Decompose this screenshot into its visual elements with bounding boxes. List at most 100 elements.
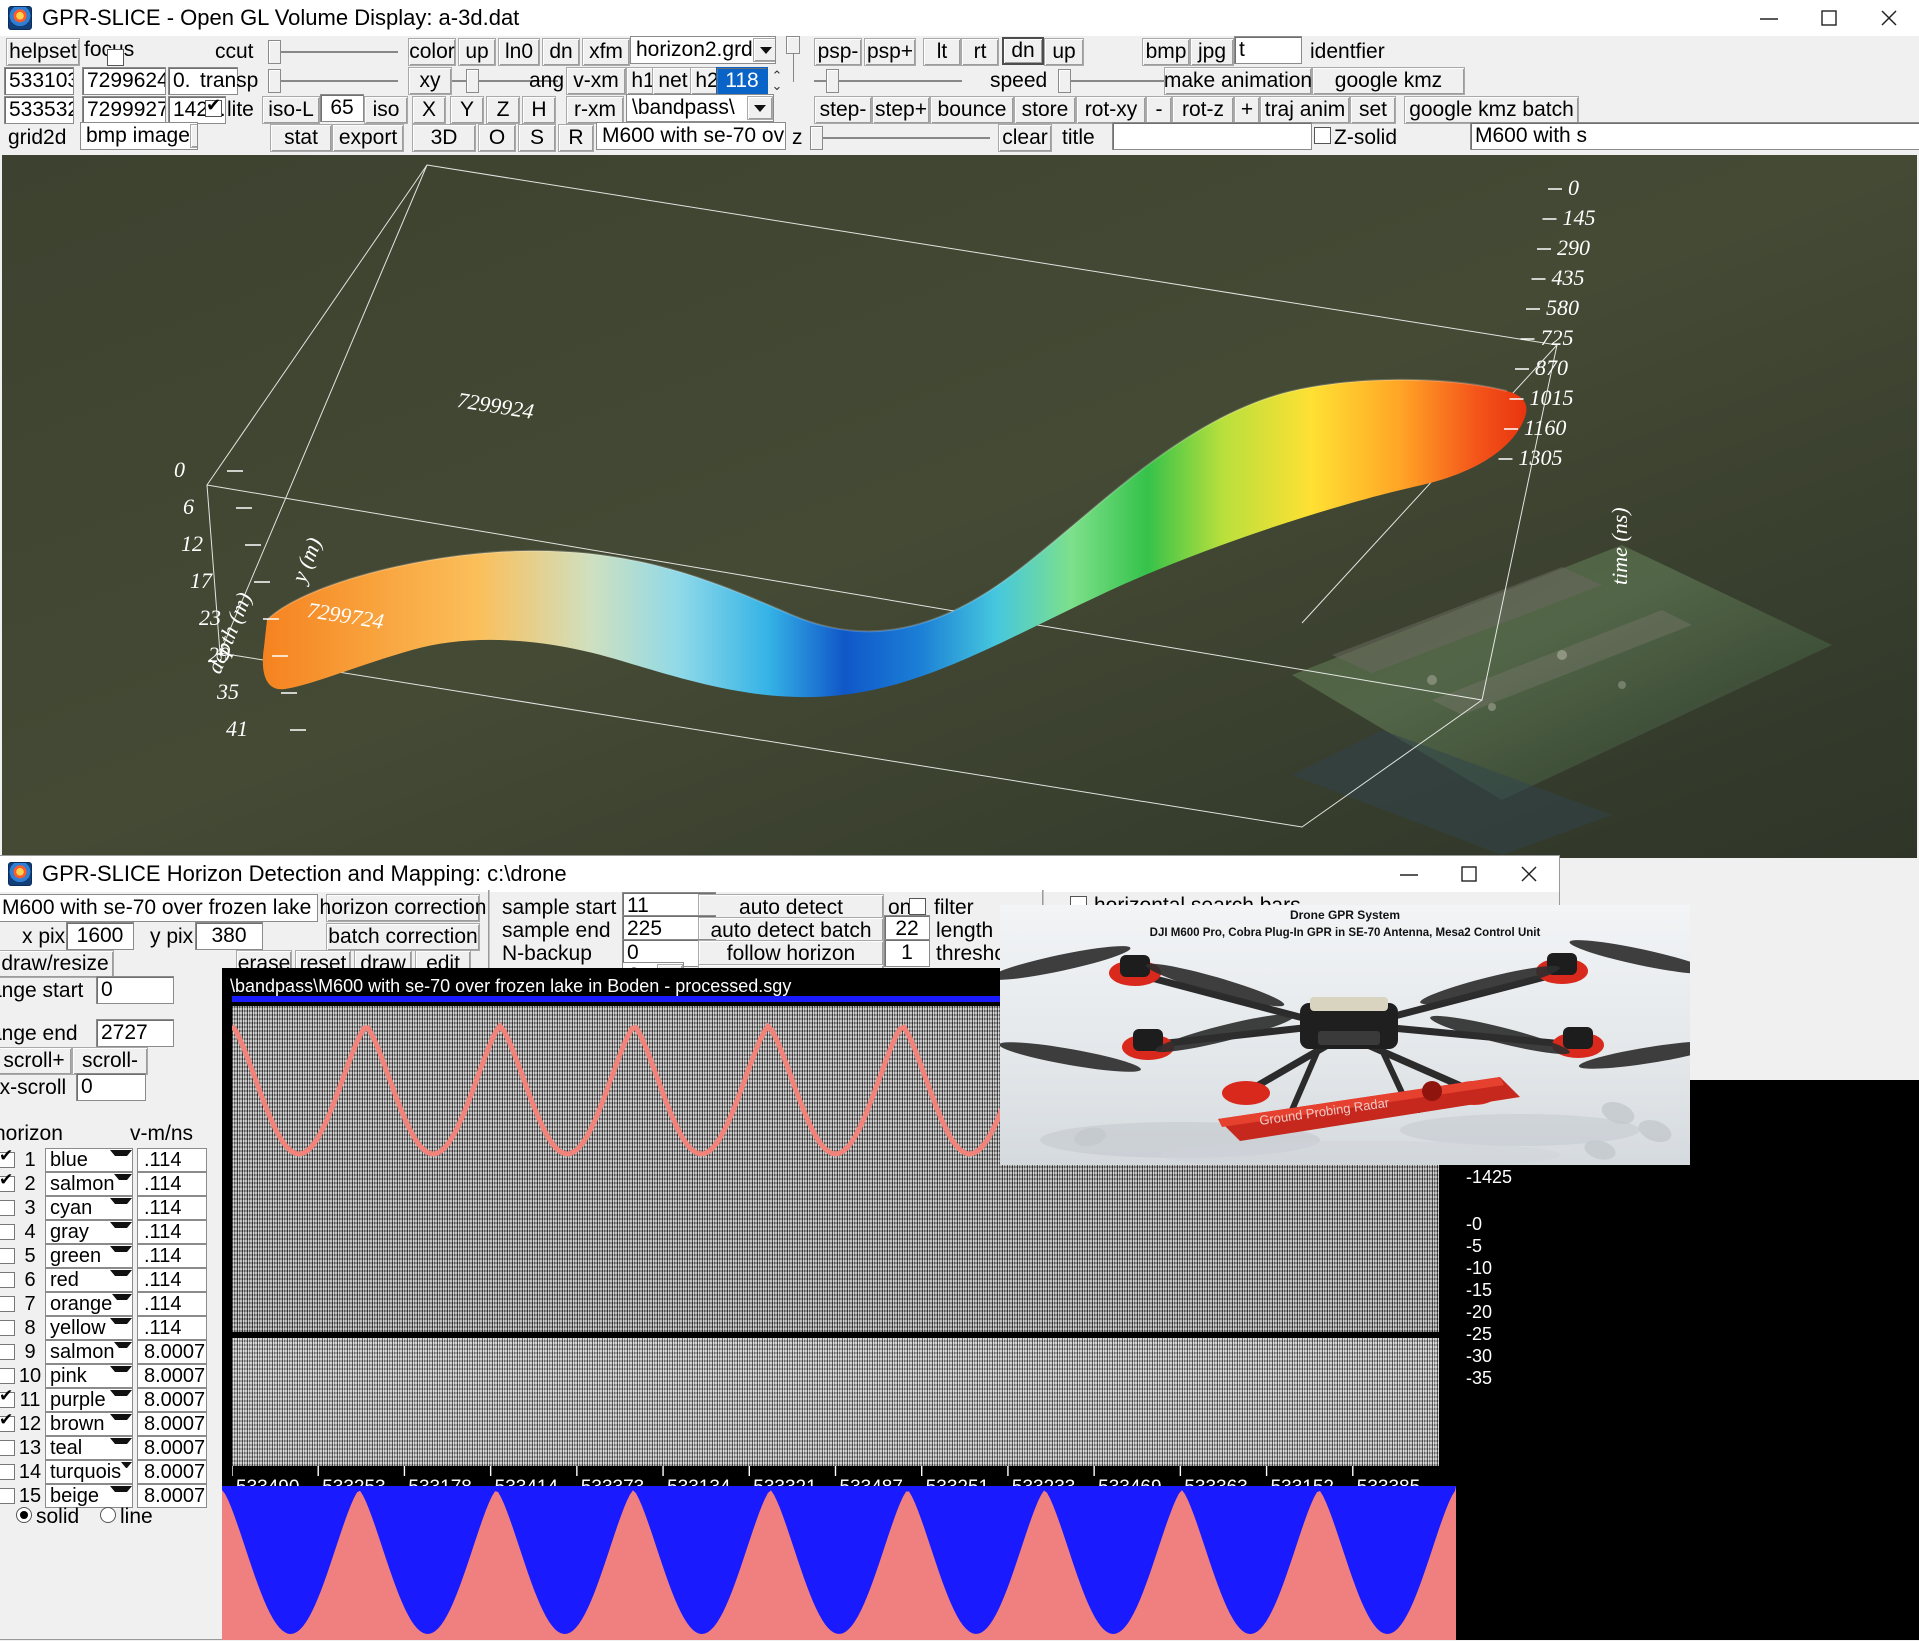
- horizon-correction-button[interactable]: horizon correction: [326, 894, 480, 922]
- batch-correction-button[interactable]: batch correction: [326, 923, 480, 951]
- jpg-button[interactable]: jpg: [1190, 38, 1234, 66]
- horizon-color-combo[interactable]: red: [45, 1268, 133, 1292]
- chevron-down-icon[interactable]: [110, 1438, 132, 1458]
- ccut-slider[interactable]: [268, 38, 398, 66]
- horizon-minimize-button[interactable]: [1379, 856, 1439, 892]
- horizon-velocity-input[interactable]: 8.0007: [137, 1364, 207, 1388]
- chevron-down-icon[interactable]: [110, 1366, 132, 1386]
- iso-value-field[interactable]: 65: [320, 94, 364, 122]
- horizon-velocity-input[interactable]: 8.0007: [137, 1412, 207, 1436]
- filter-checkbox[interactable]: [909, 898, 926, 915]
- opengl-3d-view[interactable]: 0145290435580725870101511601305 time (ns…: [2, 155, 1917, 858]
- horizon-color-combo[interactable]: pink: [45, 1364, 133, 1388]
- horizon-enable-checkbox[interactable]: [0, 1368, 15, 1384]
- up-anim-button[interactable]: up: [1044, 38, 1084, 66]
- helpset-button[interactable]: helpset: [6, 38, 80, 66]
- horizon-enable-checkbox[interactable]: [0, 1248, 15, 1264]
- chevron-down-icon[interactable]: [114, 1174, 132, 1194]
- horizon-enable-checkbox[interactable]: [0, 1272, 15, 1288]
- x-axis-button[interactable]: X: [412, 96, 446, 124]
- focus-checkbox[interactable]: [107, 49, 124, 66]
- rot-z-button[interactable]: rot-z: [1172, 96, 1234, 124]
- 3d-button[interactable]: 3D: [412, 124, 476, 152]
- horizon-enable-checkbox[interactable]: [0, 1200, 15, 1216]
- r-xm-button[interactable]: r-xm: [566, 96, 624, 124]
- horizon-velocity-input[interactable]: .114: [137, 1268, 207, 1292]
- dn-button[interactable]: dn: [542, 38, 580, 66]
- chevron-down-icon[interactable]: [110, 1414, 132, 1434]
- horizon-color-combo[interactable]: blue: [45, 1148, 133, 1172]
- z-axis-button[interactable]: Z: [486, 96, 520, 124]
- google-kmz-button[interactable]: google kmz: [1312, 67, 1465, 95]
- line-radio[interactable]: [100, 1507, 116, 1523]
- rot-xy-button[interactable]: rot-xy: [1076, 96, 1146, 124]
- horizon-enable-checkbox[interactable]: [0, 1296, 15, 1312]
- horizon-velocity-input[interactable]: .114: [137, 1244, 207, 1268]
- chevron-down-icon[interactable]: [110, 1150, 132, 1170]
- horizon-velocity-input[interactable]: .114: [137, 1196, 207, 1220]
- psp-minus-button[interactable]: psp-: [814, 38, 862, 66]
- horizon-velocity-input[interactable]: .114: [137, 1292, 207, 1316]
- horizon-color-combo[interactable]: yellow: [45, 1316, 133, 1340]
- google-kmz-batch-button[interactable]: google kmz batch: [1404, 96, 1579, 124]
- y-pix-input[interactable]: 380: [195, 922, 263, 950]
- stat-button[interactable]: stat: [270, 124, 332, 152]
- dx-scroll-input[interactable]: 0: [76, 1073, 146, 1101]
- horizon-profile-panel[interactable]: [222, 1486, 1456, 1640]
- horizon-color-combo[interactable]: purple: [45, 1388, 133, 1412]
- h-axis-button[interactable]: H: [522, 96, 556, 124]
- scroll-minus-button[interactable]: scroll-: [72, 1047, 148, 1075]
- h2-spinner[interactable]: ⌃⌄: [768, 67, 786, 95]
- up-button[interactable]: up: [458, 38, 496, 66]
- horizon-enable-checkbox[interactable]: [0, 1440, 15, 1456]
- o-button[interactable]: O: [478, 124, 516, 152]
- chevron-down-icon[interactable]: [110, 1270, 132, 1290]
- range-start-input[interactable]: 0: [96, 976, 174, 1004]
- horizon-enable-checkbox[interactable]: [0, 1464, 15, 1480]
- chevron-down-icon[interactable]: [114, 1342, 132, 1362]
- ln0-button[interactable]: ln0: [498, 38, 540, 66]
- x-min-field[interactable]: 533103.5: [4, 67, 74, 95]
- iso-l-button[interactable]: iso-L: [262, 96, 320, 124]
- v-xm-button[interactable]: v-xm: [566, 67, 626, 95]
- horizon-maximize-button[interactable]: [1439, 856, 1499, 892]
- y-min-field[interactable]: 7299624: [82, 67, 166, 95]
- horizon-color-combo[interactable]: salmon: [45, 1340, 133, 1364]
- step-plus-button[interactable]: step+: [872, 96, 930, 124]
- export-button[interactable]: export: [332, 124, 404, 152]
- horizon-color-combo[interactable]: salmon: [45, 1172, 133, 1196]
- rot-plus-button[interactable]: +: [1234, 96, 1260, 124]
- identfier-input[interactable]: t: [1234, 36, 1302, 64]
- horizon-color-combo[interactable]: gray: [45, 1220, 133, 1244]
- dn-anim-button[interactable]: dn: [1002, 37, 1044, 65]
- horizon-color-combo[interactable]: orange: [45, 1292, 133, 1316]
- horizon-enable-checkbox[interactable]: [0, 1416, 15, 1432]
- chevron-down-icon[interactable]: [110, 1390, 132, 1410]
- make-animation-button[interactable]: make animation: [1164, 67, 1312, 95]
- iso-button[interactable]: iso: [364, 96, 408, 124]
- horizon-enable-checkbox[interactable]: [0, 1224, 15, 1240]
- maximize-button[interactable]: [1799, 0, 1859, 36]
- horizon-profile-combo[interactable]: M600 with se-70 over frozen lake in Bo: [0, 894, 318, 922]
- horizon-velocity-input[interactable]: 8.0007: [137, 1388, 207, 1412]
- horizon-enable-checkbox[interactable]: [0, 1488, 15, 1504]
- solid-radio[interactable]: [16, 1507, 32, 1523]
- lt-button[interactable]: lt: [923, 38, 961, 66]
- horizon-enable-checkbox[interactable]: [0, 1392, 15, 1408]
- set-button[interactable]: set: [1350, 96, 1396, 124]
- horizon-color-combo[interactable]: teal: [45, 1436, 133, 1460]
- horizon-velocity-input[interactable]: .114: [137, 1316, 207, 1340]
- horizon-velocity-input[interactable]: .114: [137, 1220, 207, 1244]
- horizon-enable-checkbox[interactable]: [0, 1152, 15, 1168]
- chevron-down-icon[interactable]: [112, 1294, 132, 1314]
- y-max-field[interactable]: 7299927: [82, 96, 166, 124]
- title-input[interactable]: [1112, 122, 1312, 150]
- horizon-velocity-input[interactable]: 8.0007: [137, 1436, 207, 1460]
- traj-anim-button[interactable]: traj anim: [1260, 96, 1350, 124]
- chevron-down-icon[interactable]: [121, 1462, 132, 1482]
- vertical-slider-1[interactable]: [786, 38, 800, 82]
- horizon-enable-checkbox[interactable]: [0, 1320, 15, 1336]
- horizon-color-combo[interactable]: brown: [45, 1412, 133, 1436]
- z-slider[interactable]: [810, 124, 990, 152]
- folder-combo[interactable]: \bandpass\: [626, 94, 774, 122]
